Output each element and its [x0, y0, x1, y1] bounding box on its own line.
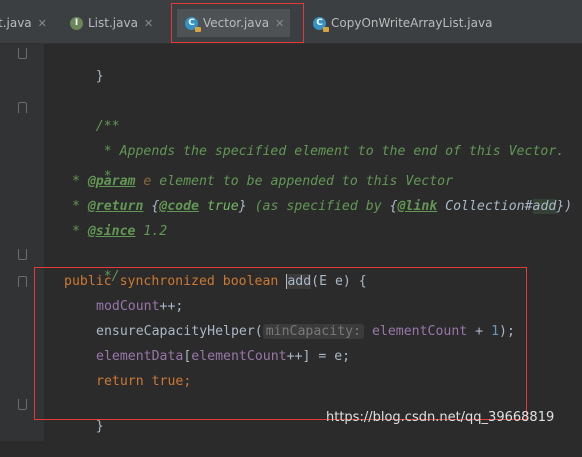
javadoc-code-tag: @code — [159, 199, 199, 214]
tab-label: Vector.java — [203, 16, 270, 30]
code-token: + — [467, 324, 492, 339]
tab-copyonwritearraylist-java[interactable]: C CopyOnWriteArrayList.java — [313, 9, 492, 37]
keyword-true: true — [143, 374, 184, 389]
javadoc-star: * — [64, 199, 88, 214]
tab-t-java[interactable]: t.java ✕ — [0, 9, 47, 37]
keyword-return: return — [96, 374, 144, 389]
javadoc-since-tag: @since — [87, 224, 136, 239]
fold-start-icon[interactable] — [18, 102, 27, 113]
javadoc-param-tag: @param — [87, 174, 136, 189]
close-icon[interactable]: ✕ — [38, 17, 47, 30]
javadoc-code-value: true — [199, 199, 239, 214]
parameter-hint: minCapacity: — [262, 324, 365, 339]
close-icon[interactable]: ✕ — [144, 17, 153, 30]
javadoc-return-text: (as specified by — [246, 199, 390, 214]
javadoc-return-line: * @return {@code true} (as specified by … — [64, 197, 572, 217]
field-elementcount[interactable]: elementCount — [364, 324, 467, 339]
watermark-url: https://blog.csdn.net/qq_39668819 — [326, 410, 555, 425]
editor-gutter — [0, 44, 44, 441]
editor-tab-bar: t.java ✕ I List.java ✕ C Vector.java ✕ C… — [0, 0, 582, 44]
close-icon[interactable]: ✕ — [275, 17, 284, 30]
code-editor[interactable]: } /** * Appends the specified element to… — [44, 44, 582, 441]
javadoc-param-line: * @param e element to be appended to thi… — [64, 172, 453, 192]
closing-brace: } — [95, 69, 104, 84]
javadoc-param-name: e — [135, 174, 152, 189]
javadoc-star: * — [64, 174, 88, 189]
closing-brace: } — [95, 419, 104, 434]
fold-end-icon[interactable] — [18, 249, 27, 260]
method-params: (E e) { — [311, 274, 367, 289]
code-token: ++; — [159, 299, 184, 314]
code-token: ; — [183, 374, 192, 389]
fold-end-icon[interactable] — [18, 399, 27, 410]
code-line: elementData[elementCount++] = e; — [96, 347, 350, 367]
javadoc-line: * Appends the specified element to the e… — [64, 122, 565, 159]
javadoc-brace: } — [238, 199, 247, 214]
javadoc-line: * — [64, 147, 112, 184]
tab-label: t.java — [0, 16, 32, 30]
code-line: } — [64, 47, 104, 84]
tab-vector-java[interactable]: C Vector.java ✕ — [177, 9, 291, 37]
code-line: modCount++; — [96, 297, 183, 317]
javadoc-brace: }) — [556, 199, 573, 214]
class-file-icon: C — [185, 16, 201, 32]
javadoc-brace: { — [143, 199, 160, 214]
keyword-public: public — [64, 274, 112, 289]
field-elementdata[interactable]: elementData — [96, 349, 183, 364]
field-modcount[interactable]: modCount — [96, 299, 160, 314]
method-name-add[interactable]: add — [286, 274, 312, 289]
javadoc-link-tag: @link — [397, 199, 438, 214]
code-token: ); — [499, 324, 515, 339]
code-token: ++] = e; — [286, 349, 351, 364]
javadoc-brace: { — [389, 199, 398, 214]
keyword-synchronized: synchronized — [111, 274, 215, 289]
number-literal: 1 — [491, 324, 500, 339]
javadoc-since-value: 1.2 — [135, 224, 168, 239]
code-line: return true; — [96, 372, 191, 392]
fold-end-icon[interactable] — [18, 48, 27, 59]
javadoc-since-line: * @since 1.2 — [64, 222, 167, 242]
field-elementcount[interactable]: elementCount — [191, 349, 286, 364]
tab-list-java[interactable]: I List.java ✕ — [70, 9, 153, 37]
interface-file-icon: I — [70, 16, 83, 30]
javadoc-summary: * Appends the specified element to the e… — [95, 144, 565, 159]
javadoc-line: */ — [64, 247, 120, 284]
javadoc-param-text: element to be appended to this Vector — [151, 174, 454, 189]
keyword-boolean: boolean — [214, 274, 287, 289]
method-signature-line: public synchronized boolean add(E e) { — [64, 272, 367, 292]
javadoc-star: * — [64, 224, 88, 239]
call-ensurecapacityhelper[interactable]: ensureCapacityHelper( — [96, 324, 263, 339]
javadoc-line: /** — [64, 97, 120, 134]
tab-label: List.java — [88, 16, 138, 30]
javadoc-return-tag: @return — [87, 199, 144, 214]
code-line: } — [64, 397, 104, 434]
code-line: ensureCapacityHelper(minCapacity: elemen… — [96, 322, 515, 342]
javadoc-link-method[interactable]: add — [532, 199, 557, 214]
tab-label: CopyOnWriteArrayList.java — [331, 16, 493, 30]
javadoc-link-class[interactable]: Collection# — [437, 199, 532, 214]
fold-start-icon[interactable] — [18, 276, 27, 287]
class-file-icon: C — [313, 16, 329, 32]
